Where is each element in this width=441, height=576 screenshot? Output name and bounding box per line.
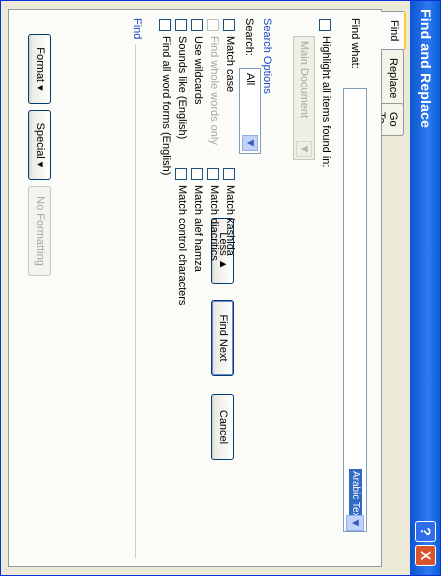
- whole-words-checkbox: [207, 19, 219, 31]
- sounds-like-checkbox[interactable]: [175, 19, 187, 31]
- special-button[interactable]: Special ▾: [28, 110, 51, 180]
- tab-replace[interactable]: Replace: [382, 49, 404, 108]
- cancel-button[interactable]: Cancel: [211, 394, 234, 460]
- match-control-characters-checkbox[interactable]: [175, 168, 187, 180]
- find-tab-panel: Find what: Arabic Text ▼ Highlight all i…: [8, 9, 382, 567]
- match-diacritics-checkbox[interactable]: [207, 168, 219, 180]
- highlight-all-label: Highlight all items found in:: [320, 36, 332, 168]
- find-replace-dialog: Find and Replace ? X Find Replace Go To …: [0, 0, 441, 576]
- word-forms-label: Find all word forms (English): [160, 36, 172, 176]
- match-alef-hamza-label: Match alef hamza: [192, 185, 204, 272]
- find-next-button[interactable]: Find Next: [211, 300, 234, 376]
- chevron-down-icon[interactable]: ▼: [346, 515, 364, 531]
- tab-find[interactable]: Find: [381, 11, 406, 51]
- help-button[interactable]: ?: [415, 521, 436, 542]
- search-label: Search:: [243, 18, 255, 56]
- match-kashida-checkbox[interactable]: [223, 168, 235, 180]
- use-wildcards-label: Use wildcards: [192, 36, 204, 105]
- format-button[interactable]: Format ▾: [28, 34, 51, 104]
- use-wildcards-checkbox[interactable]: [191, 19, 203, 31]
- match-alef-hamza-checkbox[interactable]: [191, 168, 203, 180]
- find-what-label: Find what:: [349, 18, 361, 69]
- word-forms-checkbox[interactable]: [159, 19, 171, 31]
- chevron-down-icon: ▼: [296, 141, 312, 157]
- dialog-title: Find and Replace: [418, 9, 434, 129]
- highlight-scope-value: Main Document: [298, 41, 310, 119]
- find-section-heading: Find: [131, 18, 143, 40]
- chevron-down-icon[interactable]: ▼: [242, 135, 258, 151]
- whole-words-label: Find whole words only: [208, 36, 220, 145]
- close-button[interactable]: X: [415, 545, 436, 566]
- search-direction-value: All: [244, 73, 256, 86]
- find-what-input[interactable]: Arabic Text ▼: [343, 88, 367, 532]
- title-bar[interactable]: Find and Replace ? X: [410, 1, 440, 575]
- search-direction-select[interactable]: All ▼: [239, 68, 261, 154]
- find-section-divider: [135, 44, 136, 558]
- highlight-all-checkbox[interactable]: [319, 19, 331, 31]
- highlight-scope-select: Main Document ▼: [293, 36, 315, 160]
- match-case-checkbox[interactable]: [223, 19, 235, 31]
- sounds-like-label: Sounds like (English): [176, 36, 188, 140]
- tab-go-to[interactable]: Go To: [375, 103, 404, 136]
- no-formatting-button: No Formatting: [28, 186, 51, 276]
- search-options-heading: Search Options: [261, 18, 273, 94]
- match-kashida-label: Match kashida: [224, 185, 236, 256]
- match-diacritics-label: Match diacritics: [208, 185, 220, 261]
- match-control-characters-label: Match control characters: [176, 185, 188, 306]
- match-case-label: Match case: [224, 36, 236, 93]
